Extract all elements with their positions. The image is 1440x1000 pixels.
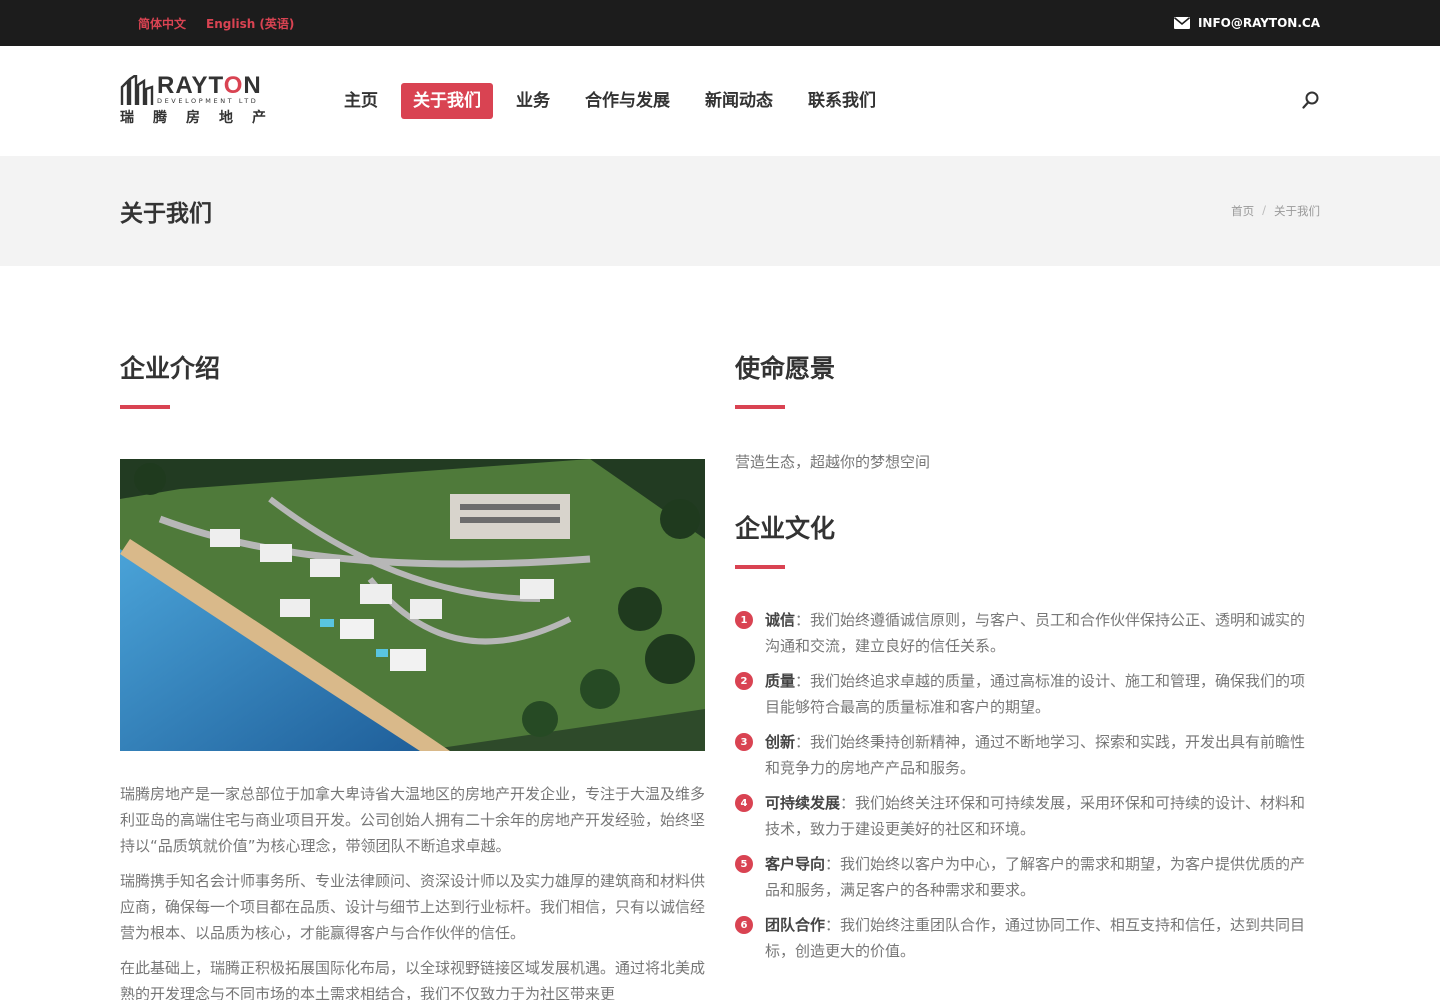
logo-wordmark: RAYTON [157,72,262,99]
mission-culture-column: 使命愿景 营造生态，超越你的梦想空间 企业文化 1 诚信：我们始终遵循诚信原则，… [735,266,1320,1000]
number-badge: 3 [735,733,753,751]
nav-home[interactable]: 主页 [332,83,390,119]
number-badge: 6 [735,916,753,934]
intro-paragraph: 瑞腾携手知名会计师事务所、专业法律顾问、资深设计师以及实力雄厚的建筑商和材料供应… [120,872,706,942]
intro-text: 瑞腾房地产是一家总部位于加拿大卑诗省大温地区的房地产开发企业，专注于大温及维多利… [120,781,705,1000]
heading-underline [735,405,785,409]
nav-partnership[interactable]: 合作与发展 [573,83,682,119]
culture-item-text: ：我们始终追求卓越的质量，通过高标准的设计、施工和管理，确保我们的项目能够符合最… [765,672,1306,716]
culture-item-title: 可持续发展 [765,794,841,812]
list-item: 2 质量：我们始终追求卓越的质量，通过高标准的设计、施工和管理，确保我们的项目能… [735,668,1320,720]
number-badge: 5 [735,855,753,873]
site-header: RAYTON DEVELOPMENT LTD 瑞腾房地产 主页 关于我们 业务 … [0,46,1440,156]
culture-item-text: ：我们始终以客户为中心，了解客户的需求和期望，为客户提供优质的产品和服务，满足客… [765,855,1306,899]
heading-underline [120,405,170,409]
heading-underline [735,565,785,569]
search-icon[interactable] [1302,90,1320,110]
breadcrumb: 首页 / 关于我们 [1231,203,1320,219]
number-badge: 4 [735,794,753,812]
breadcrumb-current: 关于我们 [1274,204,1320,218]
nav-business[interactable]: 业务 [504,83,562,119]
culture-item-text: ：我们始终遵循诚信原则，与客户、员工和合作伙伴保持公正、透明和诚实的沟通和交流，… [765,611,1306,655]
culture-item-text: ：我们始终注重团队合作，通过协同工作、相互支持和信任，达到共同目标，创造更大的价… [765,916,1306,960]
site-logo[interactable]: RAYTON DEVELOPMENT LTD 瑞腾房地产 [120,71,275,131]
main-nav: 主页 关于我们 业务 合作与发展 新闻动态 联系我们 [332,83,899,119]
intro-column: 企业介绍 瑞腾房地产是一家总部位于加拿大卑诗省大温地区的房地产开发企业，专注于大… [120,266,705,1000]
culture-list: 1 诚信：我们始终遵循诚信原则，与客户、员工和合作伙伴保持公正、透明和诚实的沟通… [735,607,1320,964]
list-item: 5 客户导向：我们始终以客户为中心，了解客户的需求和期望，为客户提供优质的产品和… [735,851,1320,903]
main-content: 企业介绍 瑞腾房地产是一家总部位于加拿大卑诗省大温地区的房地产开发企业，专注于大… [0,266,1440,1000]
language-switcher: 简体中文 English (英语) [138,15,294,32]
email-contact[interactable]: INFO@RAYTON.CA [1173,16,1320,30]
nav-about[interactable]: 关于我们 [401,83,493,119]
email-text: INFO@RAYTON.CA [1197,16,1320,30]
top-bar: 简体中文 English (英语) INFO@RAYTON.CA [0,0,1440,46]
culture-item-title: 质量 [765,672,796,690]
page-title: 关于我们 [120,201,212,227]
intro-paragraph: 在此基础上，瑞腾正积极拓展国际化布局，以全球视野链接区域发展机遇。通过将北美成熟… [120,959,706,1000]
list-item: 1 诚信：我们始终遵循诚信原则，与客户、员工和合作伙伴保持公正、透明和诚实的沟通… [735,607,1320,659]
nav-contact[interactable]: 联系我们 [796,83,888,119]
breadcrumb-separator: / [1262,203,1266,217]
logo-subtitle: DEVELOPMENT LTD [157,97,259,105]
culture-item-title: 团队合作 [765,916,826,934]
culture-item-text: ：我们始终关注环保和可持续发展，采用环保和可持续的设计、材料和技术，致力于建设更… [765,794,1306,838]
culture-item-title: 创新 [765,733,796,751]
intro-heading: 企业介绍 [120,354,221,383]
culture-heading: 企业文化 [735,514,836,543]
list-item: 4 可持续发展：我们始终关注环保和可持续发展，采用环保和可持续的设计、材料和技术… [735,790,1320,842]
intro-paragraph: 瑞腾房地产是一家总部位于加拿大卑诗省大温地区的房地产开发企业，专注于大温及维多利… [120,785,706,855]
lang-en-link[interactable]: English (英语) [206,15,294,32]
lang-zh-link[interactable]: 简体中文 [138,15,186,32]
page-title-bar: 关于我们 首页 / 关于我们 [0,156,1440,266]
mission-heading: 使命愿景 [735,354,836,383]
breadcrumb-home[interactable]: 首页 [1231,203,1254,219]
culture-item-text: ：我们始终秉持创新精神，通过不断地学习、探索和实践，开发出具有前瞻性和竞争力的房… [765,733,1306,777]
mission-text: 营造生态，超越你的梦想空间 [735,453,931,471]
nav-news[interactable]: 新闻动态 [693,83,785,119]
envelope-icon [1173,17,1190,29]
culture-item-title: 客户导向 [765,855,826,873]
logo-chinese-name: 瑞腾房地产 [120,110,285,126]
number-badge: 1 [735,611,753,629]
building-logo-icon [120,75,154,105]
list-item: 6 团队合作：我们始终注重团队合作，通过协同工作、相互支持和信任，达到共同目标，… [735,912,1320,964]
number-badge: 2 [735,672,753,690]
aerial-community-image [120,459,705,751]
list-item: 3 创新：我们始终秉持创新精神，通过不断地学习、探索和实践，开发出具有前瞻性和竞… [735,729,1320,781]
culture-item-title: 诚信 [765,611,796,629]
